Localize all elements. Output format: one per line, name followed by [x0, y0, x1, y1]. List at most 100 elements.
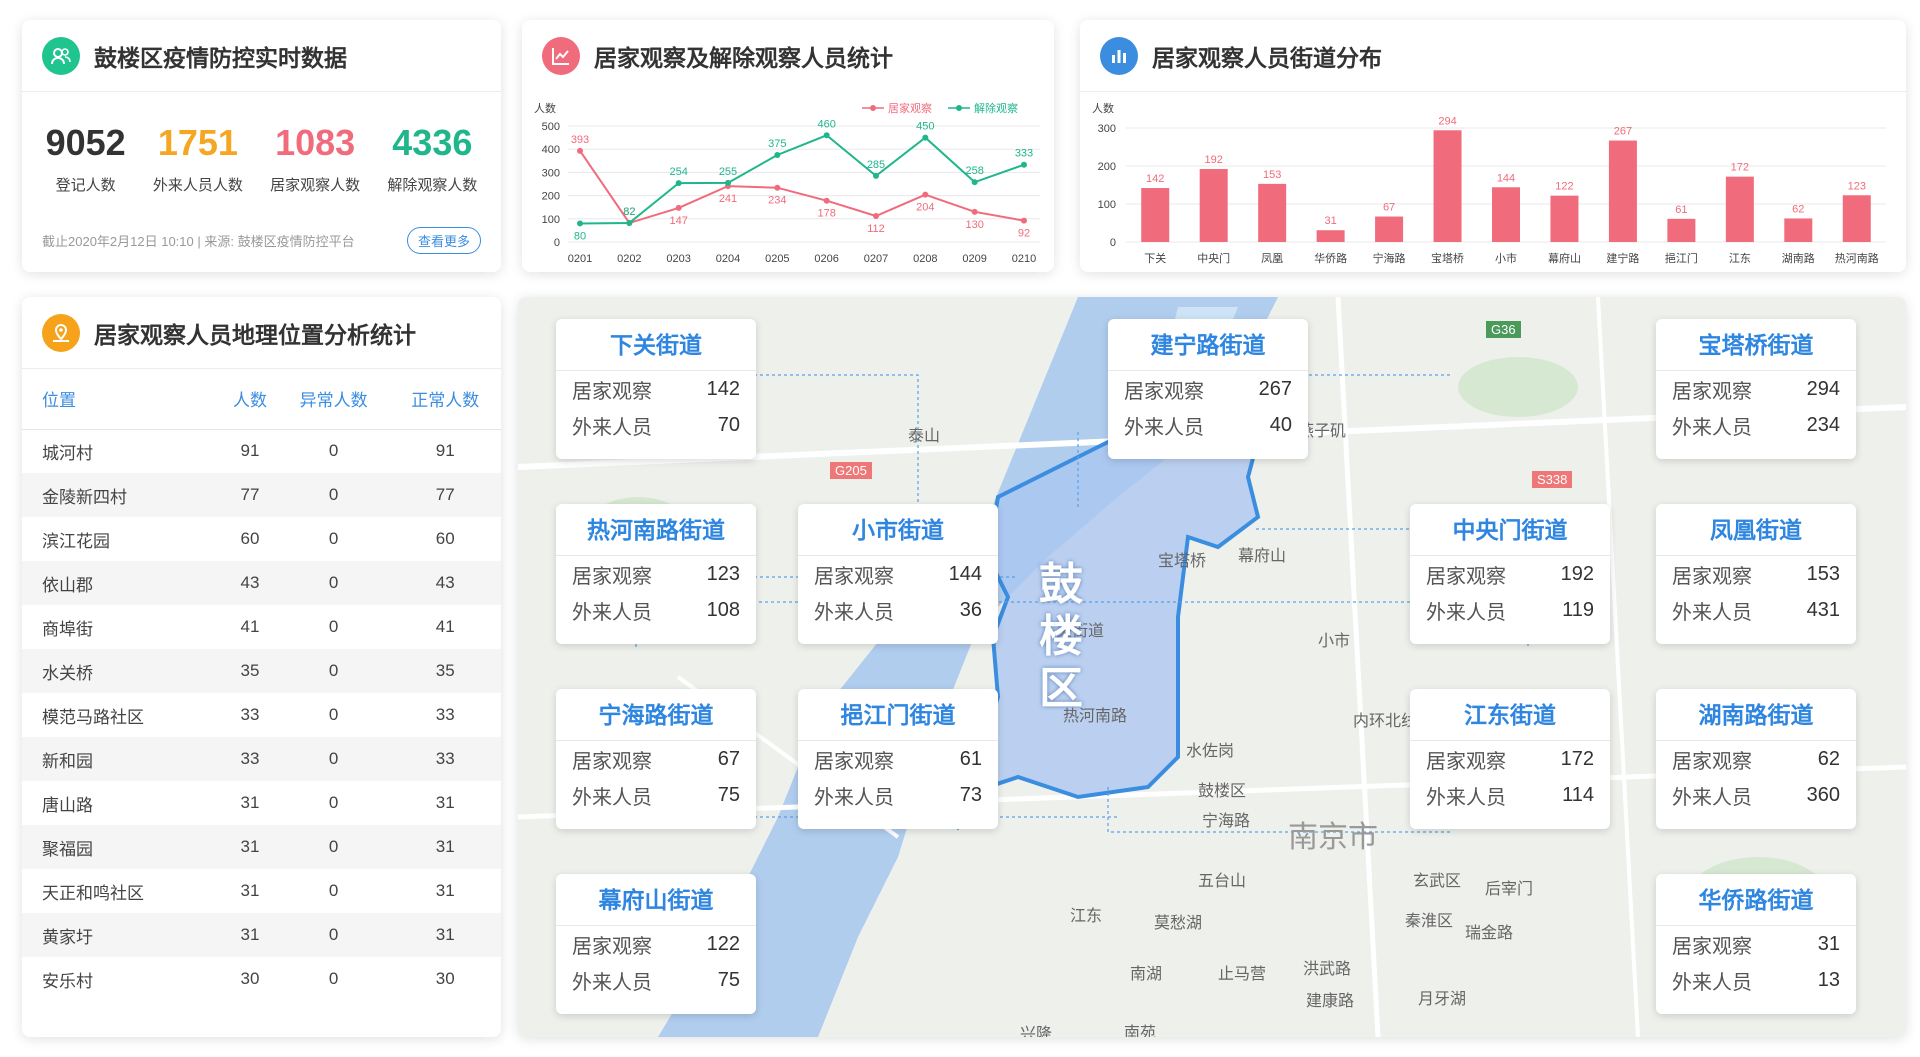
y-axis-label: 人数 — [534, 102, 556, 115]
observe-label: 居家观察 — [814, 750, 894, 773]
table-row[interactable]: 天正和鸣社区 31 0 31 — [22, 869, 501, 913]
bar — [1316, 230, 1345, 242]
table-header-row: 位置 人数 异常人数 正常人数 — [22, 369, 501, 430]
table-row[interactable]: 水关桥 35 0 35 — [22, 649, 501, 693]
outside-value: 119 — [1562, 598, 1594, 621]
x-tick-label: 0201 — [568, 253, 592, 265]
street-card[interactable]: 华侨路街道 居家观察 31 外来人员 13 — [1656, 874, 1856, 1014]
bar — [1550, 195, 1579, 242]
bar-chart-title: 居家观察人员街道分布 — [1152, 44, 1382, 71]
bar — [1258, 183, 1287, 242]
column-header[interactable]: 异常人数 — [277, 369, 390, 430]
observe-value: 142 — [706, 377, 740, 400]
table-row[interactable]: 依山郡 43 0 43 — [22, 561, 501, 605]
bar — [1199, 169, 1228, 242]
data-point — [577, 220, 583, 227]
table-row[interactable]: 城河村 91 0 91 — [22, 429, 501, 473]
table-row[interactable]: 商埠街 41 0 41 — [22, 605, 501, 649]
street-card[interactable]: 下关街道 居家观察 142 外来人员 70 — [556, 319, 756, 459]
stats-card-header: 鼓楼区疫情防控实时数据 — [22, 20, 501, 92]
table-cell: 43 — [389, 561, 501, 605]
data-label: 333 — [1015, 148, 1033, 160]
y-tick-label: 300 — [542, 167, 560, 179]
table-cell: 黄家圩 — [22, 913, 223, 957]
street-card[interactable]: 热河南路街道 居家观察 123 外来人员 108 — [556, 504, 756, 644]
street-name: 挹江门街道 — [798, 689, 998, 741]
table-cell: 41 — [240, 617, 260, 636]
observe-label: 居家观察 — [1672, 565, 1752, 588]
street-card[interactable]: 幕府山街道 居家观察 122 外来人员 75 — [556, 874, 756, 1014]
table-row[interactable]: 模范马路社区 33 0 33 — [22, 693, 501, 737]
street-card[interactable]: 江东街道 居家观察 172 外来人员 114 — [1410, 689, 1610, 829]
stats-footer: 截止2020年2月12日 10:10 | 来源: 鼓楼区疫情防控平台 查看更多 — [42, 227, 481, 254]
table-cell: 0 — [277, 649, 390, 693]
line-chart-title: 居家观察及解除观察人员统计 — [594, 45, 893, 71]
table-row[interactable]: 聚福园 31 0 31 — [22, 825, 501, 869]
table-row[interactable]: 安乐村 30 0 30 — [22, 957, 501, 1001]
x-tick-label: 湖南路 — [1782, 252, 1815, 265]
table-row[interactable]: 滨江花园 60 0 60 — [22, 517, 501, 561]
observe-value: 267 — [1258, 377, 1292, 400]
observe-row: 居家观察 267 — [1108, 371, 1308, 407]
table-row[interactable]: 新和园 33 0 33 — [22, 737, 501, 781]
table-row[interactable]: 唐山路 31 0 31 — [22, 781, 501, 825]
street-card[interactable]: 挹江门街道 居家观察 61 外来人员 73 — [798, 689, 998, 829]
table-row[interactable]: 黄家圩 31 0 31 — [22, 913, 501, 957]
map-place-label: 江东 — [1070, 908, 1103, 925]
street-card[interactable]: 湖南路街道 居家观察 62 外来人员 360 — [1656, 689, 1856, 829]
data-point — [922, 191, 929, 198]
outside-label: 外来人员 — [572, 786, 652, 809]
stats-card-title: 鼓楼区疫情防控实时数据 — [94, 44, 347, 71]
outside-label: 外来人员 — [1672, 971, 1752, 994]
table-cell: 31 — [389, 825, 501, 869]
bar-value-label: 142 — [1146, 173, 1164, 185]
district-map[interactable]: 宝塔桥 幕府山 小市 下关街道 热河南路 水佐岗 鼓楼区 宁海路 五台山 江东 莫愁湖 南京市 燕子矶泰… — [518, 297, 1906, 1037]
observe-value: 123 — [706, 562, 740, 585]
street-card[interactable]: 宝塔桥街道 居家观察 294 外来人员 234 — [1656, 319, 1856, 459]
outside-label: 外来人员 — [814, 786, 894, 809]
observe-value: 192 — [1560, 562, 1594, 585]
x-tick-label: 华侨路 — [1314, 251, 1347, 265]
table-cell: 60 — [435, 529, 455, 548]
street-card[interactable]: 凤凰街道 居家观察 153 外来人员 431 — [1656, 504, 1856, 644]
observe-value: 144 — [948, 562, 982, 585]
data-label: 241 — [719, 193, 737, 205]
map-place-label: 南苑 — [1124, 1025, 1157, 1037]
x-tick-label: 幕府山 — [1548, 251, 1581, 265]
series-line — [579, 150, 1025, 225]
street-name: 建宁路街道 — [1108, 319, 1308, 371]
observe-row: 居家观察 294 — [1656, 371, 1856, 407]
bar-value-label: 267 — [1614, 126, 1632, 138]
bar-chart-card: 居家观察人员街道分布 人数 0 100 200 300 142 下关 192 中央门 153 凤凰 3… — [1080, 20, 1906, 272]
street-name: 中央门街道 — [1410, 504, 1610, 556]
table-cell: 77 — [389, 473, 501, 517]
data-label: 393 — [571, 134, 589, 146]
table-cell: 43 — [222, 561, 278, 605]
outside-row: 外来人员 431 — [1656, 592, 1856, 628]
column-header[interactable]: 位置 — [22, 369, 223, 430]
observe-row: 居家观察 153 — [1656, 556, 1856, 592]
street-card[interactable]: 宁海路街道 居家观察 67 外来人员 75 — [556, 689, 756, 829]
street-card[interactable]: 中央门街道 居家观察 192 外来人员 119 — [1410, 504, 1610, 644]
outside-value: 70 — [717, 413, 740, 436]
observe-row: 居家观察 142 — [556, 371, 756, 407]
table-cell: 0 — [328, 441, 339, 461]
street-card[interactable]: 建宁路街道 居家观察 267 外来人员 40 — [1108, 319, 1308, 459]
map-place-label: 宝塔桥 — [1158, 553, 1207, 570]
column-header[interactable]: 正常人数 — [389, 369, 501, 430]
stat-item: 9052 登记人数 — [46, 120, 126, 195]
stat-value: 1751 — [157, 122, 238, 163]
table-cell: 31 — [222, 913, 278, 957]
outside-value: 73 — [959, 783, 982, 806]
column-header[interactable]: 人数 — [222, 369, 278, 430]
data-point — [626, 219, 633, 226]
table-row[interactable]: 金陵新四村 77 0 77 — [22, 473, 501, 517]
y-tick-label: 300 — [1098, 123, 1116, 135]
street-card[interactable]: 小市街道 居家观察 144 外来人员 36 — [798, 504, 998, 644]
stats-footnote: 截止2020年2月12日 10:10 | 来源: 鼓楼区疫情防控平台 — [42, 234, 355, 249]
outside-row: 外来人员 234 — [1656, 407, 1856, 443]
map-place-label: 建康路 — [1306, 993, 1355, 1010]
stat-label: 解除观察人数 — [387, 177, 478, 194]
view-more-button[interactable]: 查看更多 — [406, 227, 481, 254]
map-place-label: 泰山 — [908, 428, 941, 445]
